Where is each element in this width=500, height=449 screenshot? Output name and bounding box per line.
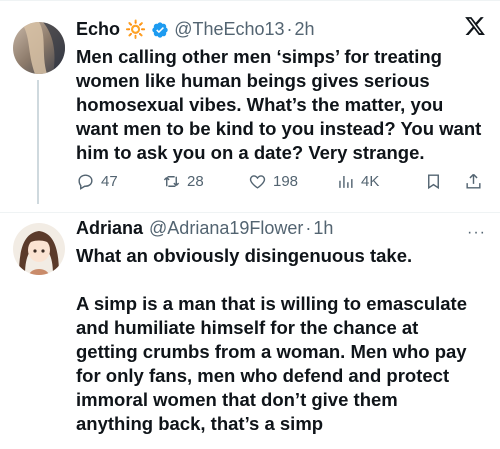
x-logo-icon[interactable] (464, 15, 486, 37)
text-line (76, 268, 486, 292)
author-handle[interactable]: @Adriana19Flower (149, 218, 303, 239)
share-icon (466, 173, 481, 189)
like-icon (249, 175, 266, 189)
text-line: What an obviously disingenuous take. (76, 245, 413, 266)
bookmark-button[interactable] (424, 172, 443, 191)
separator-dot: · (305, 218, 312, 238)
avatar-adriana[interactable] (13, 223, 65, 275)
text-line: him to ask you on a date? Very strange. (76, 142, 425, 163)
like-button[interactable]: 198 (248, 172, 298, 191)
views-icon (339, 175, 353, 188)
avatar-echo[interactable] (13, 22, 65, 74)
share-button[interactable] (464, 172, 483, 191)
text-line: want men to be kind to you instead? You … (76, 118, 482, 139)
tweet-header: Adriana @Adriana19Flower · 1h (76, 218, 333, 239)
reply-icon (78, 174, 93, 190)
separator-dot: · (286, 19, 293, 39)
text-line: Men calling other men ‘simps’ for treati… (76, 46, 442, 67)
bookmark-icon (428, 174, 439, 190)
more-icon[interactable]: ··· (467, 224, 486, 242)
thread-connector (37, 80, 39, 204)
text-line: women like human beings gives serious (76, 70, 430, 91)
tweet-echo[interactable]: Echo 🔆 @TheEcho13 · 2h Men calling other… (0, 0, 500, 212)
text-line: anything back, that’s a simp (76, 413, 324, 434)
action-bar: 47 28 198 4K (76, 172, 486, 196)
reply-count: 47 (101, 173, 118, 190)
verified-badge-icon (152, 21, 168, 38)
text-line: for only fans, men who defend and protec… (76, 365, 450, 386)
text-line: getting crumbs from a woman. Men who pay (76, 341, 467, 362)
author-name[interactable]: Echo (76, 19, 120, 40)
author-name[interactable]: Adriana (76, 218, 143, 239)
tweet-header: Echo 🔆 @TheEcho13 · 2h (76, 19, 315, 40)
tweet-text: What an obviously disingenuous take. A s… (76, 244, 486, 436)
like-count: 198 (273, 173, 299, 190)
text-line: homosexual vibes. What’s the matter, you (76, 94, 444, 115)
tweet-text: Men calling other men ‘simps’ for treati… (76, 45, 486, 165)
author-handle[interactable]: @TheEcho13 (174, 19, 284, 40)
text-line: A simp is a man that is willing to emasc… (76, 293, 468, 314)
text-line: immoral women that don’t give them (76, 389, 398, 410)
retweet-button[interactable]: 28 (162, 172, 204, 191)
timestamp[interactable]: 1h (313, 218, 333, 239)
sun-emoji-icon: 🔆 (125, 19, 147, 39)
views-count: 4K (361, 173, 380, 190)
retweet-count: 28 (187, 173, 204, 190)
views-button[interactable]: 4K (336, 172, 379, 191)
reply-button[interactable]: 47 (76, 172, 118, 191)
retweet-icon (163, 176, 180, 187)
timestamp[interactable]: 2h (295, 19, 315, 40)
text-line: and humiliate himself for the chance at (76, 317, 419, 338)
tweet-adriana[interactable]: Adriana @Adriana19Flower · 1h What an ob… (0, 213, 500, 449)
